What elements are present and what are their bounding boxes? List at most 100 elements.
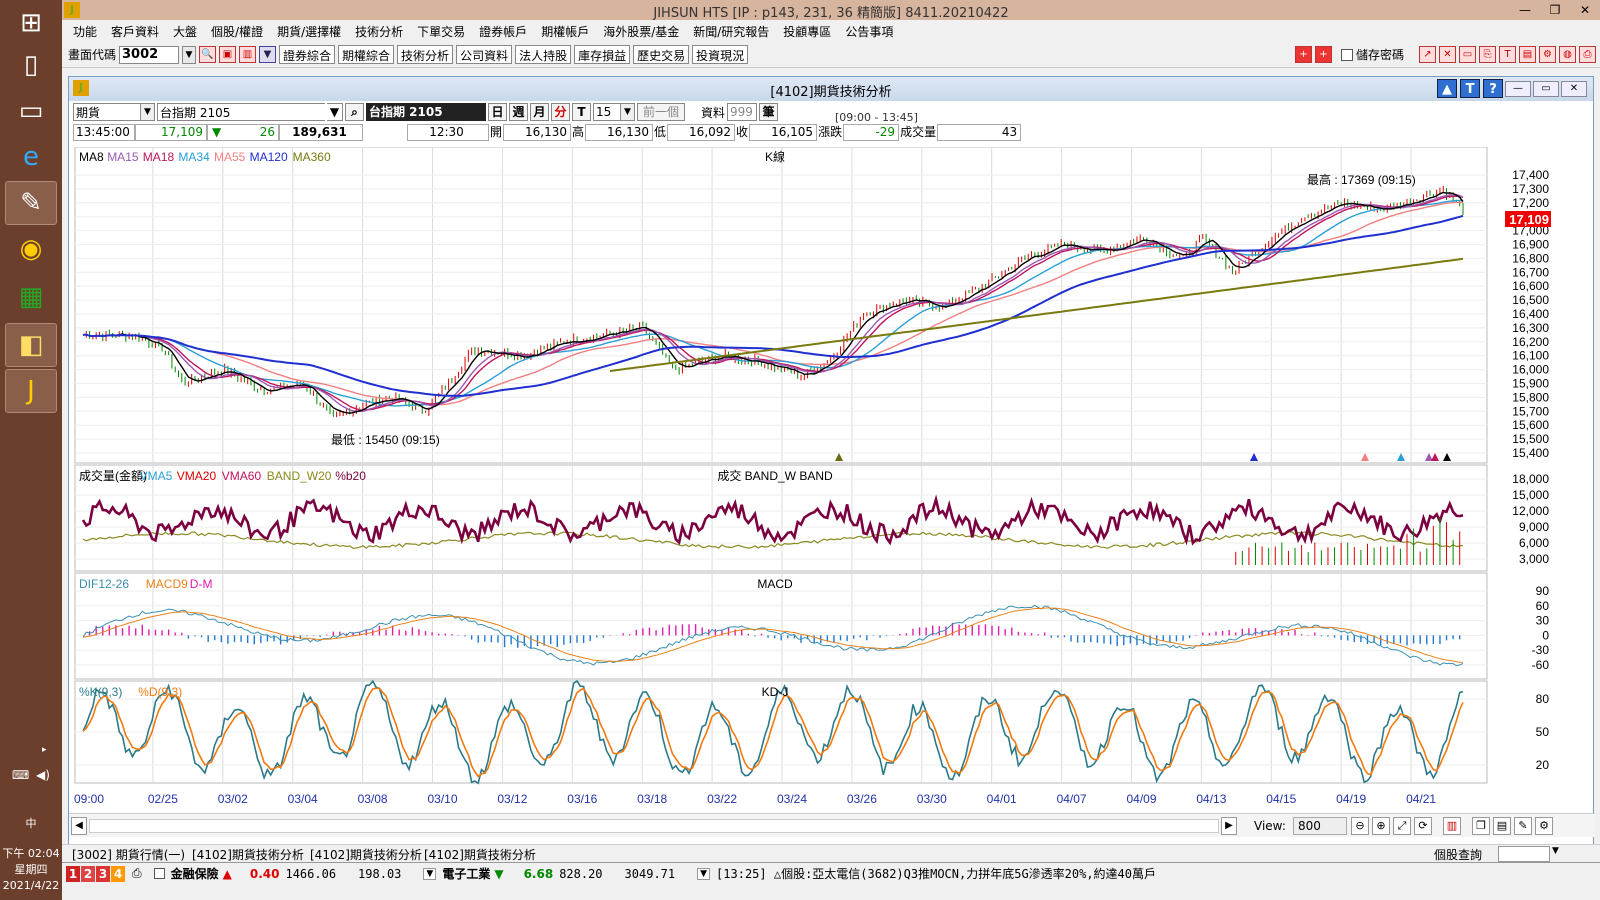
ticker-num[interactable]: 1	[66, 865, 80, 882]
view-value[interactable]: 800	[1293, 817, 1347, 835]
news-ticker[interactable]: [13:25] △個股:亞太電信(3682)Q3推MOCN,力拼年底5G滲透率2…	[716, 865, 1156, 882]
menu-item[interactable]: 新聞/研究報告	[686, 23, 776, 40]
scroll-right-icon[interactable]: ▶	[1221, 817, 1237, 835]
interval-select[interactable]: 15 ▼	[593, 103, 635, 121]
tool-icon[interactable]: ▭	[1459, 46, 1476, 63]
network-icon[interactable]: ⌨	[12, 768, 29, 782]
tool-icon[interactable]: ⎘	[1479, 46, 1496, 63]
hts-app-icon[interactable]: J	[5, 369, 57, 413]
tool-icon[interactable]: ✕	[1439, 46, 1456, 63]
scroll-left-icon[interactable]: ◀	[71, 817, 87, 835]
start-icon[interactable]: ⊞	[6, 2, 56, 44]
sheet-icon[interactable]: ▦	[6, 276, 56, 318]
prev-button[interactable]: 前一個	[637, 103, 685, 121]
window-tab[interactable]: [4102]期貨技術分析	[424, 846, 536, 863]
ticker-checkbox[interactable]	[153, 868, 165, 879]
code-input[interactable]: 3002	[119, 45, 180, 64]
tool-icon[interactable]: ↗	[1419, 46, 1436, 63]
period-minute-button[interactable]: 分	[551, 103, 570, 121]
data-count-input[interactable]: 999	[727, 103, 758, 121]
menu-item[interactable]: 期貨/選擇權	[270, 23, 348, 40]
inner-restore-button[interactable]: ▭	[1533, 81, 1559, 97]
unit-button[interactable]: 筆	[759, 103, 779, 121]
ime-indicator[interactable]: 中	[0, 816, 62, 832]
toolbar-button[interactable]: 法人持股	[515, 45, 572, 64]
lock-icon[interactable]: ⎙	[132, 866, 142, 881]
layout-icon[interactable]: ▤	[1493, 817, 1511, 835]
system-clock[interactable]: 中 下午 02:04 星期四 2021/4/22	[0, 816, 62, 900]
window-tab[interactable]: [4102]期貨技術分析	[310, 846, 422, 863]
scrollbar-track[interactable]	[89, 819, 1219, 833]
toolbar-button[interactable]: 期權綜合	[338, 45, 395, 64]
minimize-button[interactable]: —	[1510, 0, 1540, 20]
fit-icon[interactable]: ⤢	[1393, 817, 1411, 835]
ticker-num[interactable]: 3	[96, 865, 110, 882]
ie-icon[interactable]: e	[6, 136, 56, 178]
file-icon[interactable]: ▯	[6, 44, 56, 86]
period-week-button[interactable]: 週	[509, 103, 528, 121]
calendar-red-icon[interactable]: ▣	[219, 46, 237, 63]
contract-select[interactable]: 台指期 2105	[157, 103, 325, 121]
toolbar-button[interactable]: 庫存損益	[574, 45, 631, 64]
close-button[interactable]: ✕	[1570, 0, 1600, 20]
refresh-icon[interactable]: ⟳	[1414, 817, 1432, 835]
toolbar-button[interactable]: 歷史交易	[633, 45, 690, 64]
menu-item[interactable]: 技術分析	[348, 23, 410, 40]
contract-dropdown-icon[interactable]: ▼	[327, 103, 343, 121]
tool-icon[interactable]: ⎙	[1579, 46, 1596, 63]
flag2-icon[interactable]: +	[1314, 46, 1332, 63]
save-password-checkbox[interactable]	[1340, 48, 1353, 61]
toolbar-button[interactable]: 投資現況	[692, 45, 749, 64]
query-dropdown-icon[interactable]: ▼	[1552, 846, 1559, 856]
volume-icon[interactable]: ◀)	[36, 768, 50, 782]
menu-item[interactable]: 下單交易	[410, 23, 472, 40]
period-tick-button[interactable]: T	[572, 103, 591, 121]
window-tab[interactable]: [3002] 期貨行情(一)	[72, 846, 185, 863]
chart-area[interactable]: 09:00 02/25 03/02 03/04 03/08 03/10 03/12 03/16…	[69, 147, 1595, 813]
toolbar-button[interactable]: 技術分析	[397, 45, 454, 64]
menu-item[interactable]: 投顧專區	[776, 23, 838, 40]
notes-icon[interactable]: ◧	[5, 323, 57, 367]
inner-minimize-button[interactable]: —	[1505, 81, 1531, 97]
help-icon[interactable]: ?	[1483, 79, 1503, 98]
inner-close-button[interactable]: ✕	[1561, 81, 1587, 97]
technical-chart-svg[interactable]: 09:00 02/25 03/02 03/04 03/08 03/10 03/12 03/16…	[69, 147, 1595, 813]
indicator-icon[interactable]: ▥	[1443, 817, 1461, 835]
copy-icon[interactable]: ❐	[1472, 817, 1490, 835]
settings-icon[interactable]: ⚙	[1535, 817, 1553, 835]
period-day-button[interactable]: 日	[488, 103, 507, 121]
code-dropdown-icon[interactable]: ▼	[182, 45, 197, 64]
menu-item[interactable]: 大盤	[166, 23, 204, 40]
paint-icon[interactable]: ✎	[5, 181, 57, 225]
draw-icon[interactable]: ✎	[1514, 817, 1532, 835]
tray-expand-icon[interactable]: ▸	[42, 745, 47, 755]
tool-icon[interactable]: ◍	[1559, 46, 1576, 63]
menu-item[interactable]: 客戶資料	[104, 23, 166, 40]
ticker-num[interactable]: 4	[111, 865, 125, 882]
up-icon[interactable]: ▲	[1437, 79, 1457, 98]
ticker-num[interactable]: 2	[81, 865, 95, 882]
ticker-dropdown-icon[interactable]: ▼	[697, 867, 711, 880]
menu-item[interactable]: 功能	[66, 23, 104, 40]
folder-icon[interactable]: ▭	[6, 90, 56, 132]
zoom-in-icon[interactable]: ⊕	[1372, 817, 1390, 835]
window-tab[interactable]: [4102]期貨技術分析	[192, 846, 304, 863]
search-red-icon[interactable]: 🔍	[199, 46, 217, 63]
zoom-out-icon[interactable]: ⊖	[1351, 817, 1369, 835]
market-select[interactable]: 期貨 ▼	[73, 103, 155, 121]
magnifier-icon[interactable]: ⌕	[345, 103, 364, 121]
restore-button[interactable]: ❐	[1540, 0, 1570, 20]
toolbar-button[interactable]: 公司資料	[456, 45, 513, 64]
menu-item[interactable]: 個股/權證	[204, 23, 270, 40]
tool-icon[interactable]: ▤	[1519, 46, 1536, 63]
chart-red-icon[interactable]: ▥	[239, 46, 257, 63]
menu-item[interactable]: 公告事項	[838, 23, 900, 40]
tool-icon[interactable]: T	[1499, 46, 1516, 63]
menu-item[interactable]: 期權帳戶	[534, 23, 596, 40]
tool-icon[interactable]: ⚙	[1539, 46, 1556, 63]
menu-item[interactable]: 證券帳戶	[472, 23, 534, 40]
toolbar-button[interactable]: 證券綜合	[279, 45, 336, 64]
stock-query-input[interactable]	[1498, 846, 1550, 862]
ticker-dropdown-icon[interactable]: ▼	[423, 867, 437, 880]
flag-icon[interactable]: +	[1294, 46, 1312, 63]
